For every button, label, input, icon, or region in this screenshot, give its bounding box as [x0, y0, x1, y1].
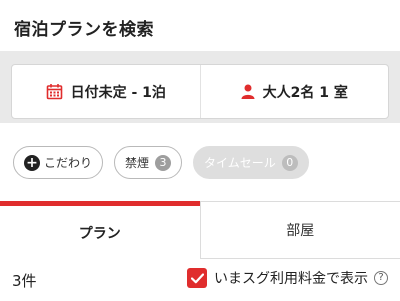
- results-count: 3件: [12, 272, 37, 290]
- check-icon: [190, 272, 204, 283]
- plus-icon: +: [24, 154, 40, 171]
- guests-selector[interactable]: 大人2名 1 室: [199, 65, 389, 118]
- date-selector[interactable]: 日付未定 - 1泊: [12, 65, 200, 118]
- result-tabs: プラン 部屋: [0, 201, 400, 259]
- tab-room[interactable]: 部屋: [199, 201, 400, 259]
- date-label: 日付未定 - 1泊: [70, 84, 166, 101]
- instant-price-checkbox[interactable]: [187, 268, 207, 288]
- kodawari-filter-button[interactable]: + こだわり: [13, 146, 104, 179]
- instant-price-toggle: いまスグ利用料金で表示 ?: [187, 268, 388, 288]
- tab-plan[interactable]: プラン: [0, 201, 200, 259]
- nonsmoking-label: 禁煙: [125, 156, 150, 170]
- kodawari-label: こだわり: [44, 156, 93, 170]
- timesale-label: タイムセール: [204, 156, 276, 170]
- nonsmoking-count-badge: 3: [155, 154, 172, 171]
- filter-chips: + こだわり 禁煙 3 タイムセール 0: [13, 146, 309, 179]
- person-icon: [241, 84, 255, 99]
- search-card: 日付未定 - 1泊 大人2名 1 室: [11, 64, 389, 119]
- instant-price-label: いまスグ利用料金で表示: [214, 271, 368, 287]
- search-panel: 日付未定 - 1泊 大人2名 1 室: [0, 51, 400, 123]
- guests-label: 大人2名 1 室: [262, 84, 348, 101]
- page-title: 宿泊プランを検索: [14, 20, 154, 40]
- question-icon[interactable]: ?: [374, 271, 388, 285]
- timesale-filter-chip[interactable]: タイムセール 0: [193, 146, 309, 179]
- calendar-icon: [46, 83, 63, 100]
- timesale-count-badge: 0: [281, 154, 298, 171]
- nonsmoking-filter-chip[interactable]: 禁煙 3: [114, 146, 183, 179]
